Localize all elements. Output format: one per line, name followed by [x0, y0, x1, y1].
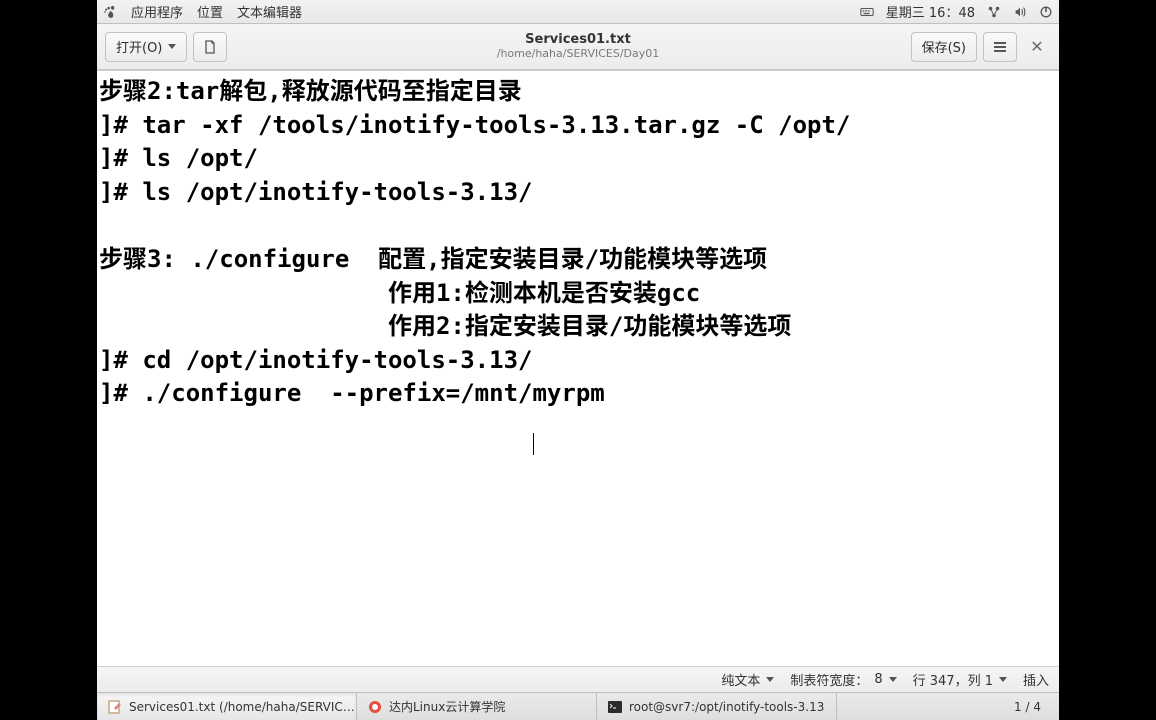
keyboard-icon[interactable]: [860, 5, 874, 19]
chevron-down-icon: [889, 677, 897, 682]
close-button[interactable]: ✕: [1023, 33, 1051, 61]
clock[interactable]: 星期三 16：48: [886, 2, 975, 21]
taskbar-item-browser[interactable]: 达内Linux云计算学院: [357, 693, 597, 720]
hamburger-icon: [993, 40, 1007, 54]
tab-width-selector[interactable]: 制表符宽度：8: [790, 670, 896, 689]
text-editor-area[interactable]: 步骤2:tar解包,释放源代码至指定目录 ]# tar -xf /tools/i…: [97, 70, 1059, 666]
status-bar: 纯文本 制表符宽度：8 行 347，列 1 插入: [97, 666, 1059, 692]
save-button[interactable]: 保存(S): [911, 32, 977, 62]
taskbar-item-label: root@svr7:/opt/inotify-tools-3.13: [629, 700, 824, 714]
chevron-down-icon: [168, 44, 176, 49]
taskbar-item-label: Services01.txt (/home/haha/SERVIC…: [129, 700, 355, 714]
open-button[interactable]: 打开(O): [105, 32, 187, 62]
gedit-icon: [107, 699, 123, 715]
window-title: Services01.txt /home/haha/SERVICES/Day01: [497, 33, 660, 61]
places-menu[interactable]: 位置: [197, 2, 223, 21]
new-document-button[interactable]: [193, 32, 227, 62]
taskbar-item-terminal[interactable]: root@svr7:/opt/inotify-tools-3.13: [597, 693, 837, 720]
workspace-switcher[interactable]: 1 / 4: [1002, 693, 1059, 720]
save-button-label: 保存(S): [922, 37, 966, 56]
filepath: /home/haha/SERVICES/Day01: [497, 48, 660, 61]
texteditor-menu[interactable]: 文本编辑器: [237, 2, 302, 21]
taskbar-item-gedit[interactable]: Services01.txt (/home/haha/SERVIC…: [97, 693, 357, 720]
chevron-down-icon: [999, 677, 1007, 682]
cursor-position[interactable]: 行 347，列 1: [913, 670, 1007, 689]
filename: Services01.txt: [497, 33, 660, 48]
insert-mode: 插入: [1023, 670, 1049, 689]
taskbar-item-label: 达内Linux云计算学院: [389, 698, 505, 715]
power-icon[interactable]: [1039, 5, 1053, 19]
top-panel: 应用程序 位置 文本编辑器 星期三 16：48: [97, 0, 1059, 24]
browser-icon: [367, 699, 383, 715]
window-toolbar: 打开(O) Services01.txt /home/haha/SERVICES…: [97, 24, 1059, 70]
gnome-foot-icon: [103, 5, 117, 19]
document-icon: [202, 39, 218, 55]
syntax-selector[interactable]: 纯文本: [721, 670, 774, 689]
open-button-label: 打开(O): [116, 37, 162, 56]
close-icon: ✕: [1030, 37, 1043, 56]
bottom-taskbar: Services01.txt (/home/haha/SERVIC… 达内Lin…: [97, 692, 1059, 720]
hamburger-menu-button[interactable]: [983, 32, 1017, 62]
workspace-label: 1 / 4: [1014, 700, 1041, 714]
chevron-down-icon: [766, 677, 774, 682]
volume-icon[interactable]: [1013, 5, 1027, 19]
terminal-icon: [607, 699, 623, 715]
network-icon[interactable]: [987, 5, 1001, 19]
applications-menu[interactable]: 应用程序: [131, 2, 183, 21]
editor-text: 步骤2:tar解包,释放源代码至指定目录 ]# tar -xf /tools/i…: [99, 77, 850, 407]
text-cursor: [533, 433, 534, 455]
